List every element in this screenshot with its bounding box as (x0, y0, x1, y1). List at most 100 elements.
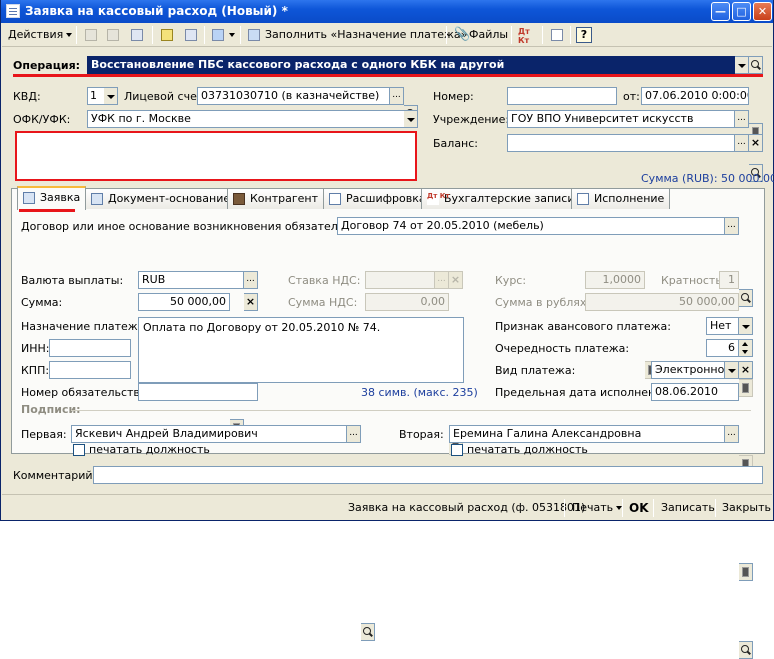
clear-icon: × (449, 271, 463, 289)
balance-select-button[interactable]: ... (735, 134, 749, 152)
comment-field[interactable] (93, 466, 763, 484)
currency-select-button[interactable]: ... (244, 271, 258, 289)
obligation-label: Номер обязательства: (21, 386, 151, 399)
close-button[interactable]: ✕ (753, 2, 772, 21)
report-icon[interactable] (548, 26, 566, 44)
dtkt-icon[interactable]: Дт Кт (518, 27, 534, 45)
fill-purpose-button[interactable]: Заполнить «Назначение платежа» (265, 26, 467, 44)
help-icon[interactable]: ? (576, 27, 592, 43)
purpose-textarea[interactable]: Оплата по Договору от 20.05.2010 № 74. (138, 317, 464, 383)
tab-counterparty[interactable]: Контрагент (227, 188, 325, 209)
search-icon[interactable] (739, 641, 753, 659)
minimize-button[interactable]: — (711, 2, 730, 21)
footer-separator (653, 499, 654, 517)
print-menu[interactable]: Печать (572, 499, 623, 517)
clear-icon[interactable]: × (749, 134, 763, 152)
advance-dropdown-button[interactable] (739, 317, 753, 335)
document-icon (91, 193, 103, 205)
operation-label: Операция: (13, 59, 81, 72)
pay-type-select[interactable]: Электронно (651, 361, 725, 379)
sum-label: Сумма: (21, 296, 63, 309)
kvd-select[interactable]: 1 (87, 87, 105, 105)
obligation-field[interactable] (138, 383, 258, 401)
request-icon (23, 192, 35, 204)
vat-sum-label: Сумма НДС: (288, 296, 358, 309)
deadline-field[interactable]: 08.06.2010 (651, 383, 739, 401)
second-signer-select-button[interactable]: ... (725, 425, 739, 443)
second-print-position-label: печатать должность (467, 443, 588, 456)
operation-dropdown-button[interactable] (735, 56, 749, 74)
second-signer-label: Вторая: (399, 428, 444, 441)
paperclip-icon: 📎 (454, 27, 471, 42)
contract-field[interactable]: Договор 74 от 20.05.2010 (мебель) (337, 217, 725, 235)
tab-breakdown[interactable]: Расшифровка (323, 188, 432, 209)
tab-label: Бухгалтерские записи (444, 192, 575, 205)
toolbar-separator (76, 26, 77, 44)
balance-field[interactable] (507, 134, 735, 152)
first-signer-field[interactable]: Яскевич Андрей Владимирович (71, 425, 347, 443)
sum-rub-field: 50 000,00 (585, 293, 739, 311)
inn-label: ИНН: (21, 342, 50, 355)
number-field[interactable] (507, 87, 617, 105)
clear-icon[interactable]: × (739, 361, 753, 379)
refresh-icon[interactable] (128, 26, 146, 44)
search-icon[interactable] (749, 56, 763, 74)
post-document-icon[interactable] (158, 26, 176, 44)
first-signer-select-button[interactable]: ... (347, 425, 361, 443)
operation-select[interactable]: Восстановление ПБС кассового расхода с о… (87, 56, 735, 74)
copy-icon[interactable] (104, 26, 122, 44)
contract-select-button[interactable]: ... (725, 217, 739, 235)
ofk-select[interactable]: УФК по г. Москве (87, 110, 405, 128)
pay-type-dropdown-button[interactable] (725, 361, 739, 379)
actions-menu[interactable]: Действия (8, 26, 73, 44)
table-icon (329, 193, 341, 205)
advance-select[interactable]: Нет (706, 317, 739, 335)
date-field[interactable]: 07.06.2010 0:00:00 (641, 87, 749, 105)
kpp-label: КПП: (21, 364, 50, 377)
priority-field[interactable]: 6 (706, 339, 739, 357)
clear-icon[interactable]: × (244, 293, 258, 311)
kpp-field[interactable] (49, 361, 131, 379)
based-on-icon[interactable] (209, 26, 227, 44)
maximize-button[interactable]: □ (732, 2, 751, 21)
files-button[interactable]: Файлы (469, 26, 508, 44)
vat-rate-field (365, 271, 435, 289)
ofk-dropdown-button[interactable] (404, 110, 418, 128)
currency-label: Валюта выплаты: (21, 274, 124, 287)
char-count: 38 симв. (макс. 235) (361, 386, 478, 399)
tab-base-document[interactable]: Документ-основание (85, 188, 237, 209)
first-print-position-checkbox[interactable] (73, 444, 85, 456)
unpost-document-icon[interactable] (182, 26, 200, 44)
second-print-position-checkbox[interactable] (451, 444, 463, 456)
tab-highlight (19, 209, 75, 212)
account-field[interactable]: 03731030710 (в казначействе) (197, 87, 390, 105)
add-icon[interactable] (82, 26, 100, 44)
save-button[interactable]: Записать (661, 499, 715, 517)
priority-stepper[interactable] (739, 339, 753, 357)
toolbar-separator (570, 26, 571, 44)
currency-field[interactable]: RUB (138, 271, 244, 289)
institution-label: Учреждение: (433, 113, 510, 126)
tab-execution[interactable]: Исполнение (571, 188, 671, 209)
institution-field[interactable]: ГОУ ВПО Университет искусств (507, 110, 735, 128)
sum-field[interactable]: 50 000,00 (138, 293, 230, 311)
tab-request[interactable]: Заявка (17, 186, 87, 210)
ok-button[interactable]: OK (629, 499, 649, 517)
tab-label: Документ-основание (108, 192, 231, 205)
account-select-button[interactable]: ... (390, 87, 404, 105)
inn-field[interactable] (49, 339, 131, 357)
form-print-button[interactable]: Заявка на кассовый расход (ф. 0531801) (348, 499, 585, 517)
actions-label: Действия (8, 28, 64, 41)
footer-bar: Заявка на кассовый расход (ф. 0531801) П… (2, 494, 772, 520)
institution-select-button[interactable]: ... (735, 110, 749, 128)
kvd-dropdown-button[interactable] (104, 87, 118, 105)
kvd-label: КВД: (13, 90, 41, 103)
calendar-icon[interactable] (739, 563, 753, 581)
second-signer-field[interactable]: Еремина Галина Александровна (449, 425, 725, 443)
search-icon[interactable] (739, 289, 753, 307)
tab-accounting[interactable]: Дт Кт Бухгалтерские записи (421, 188, 581, 209)
based-on-dropdown[interactable] (226, 26, 235, 44)
close-form-button[interactable]: Закрыть (722, 499, 771, 517)
deadline-label: Предельная дата исполнения: (495, 386, 673, 399)
search-icon[interactable] (361, 623, 375, 641)
